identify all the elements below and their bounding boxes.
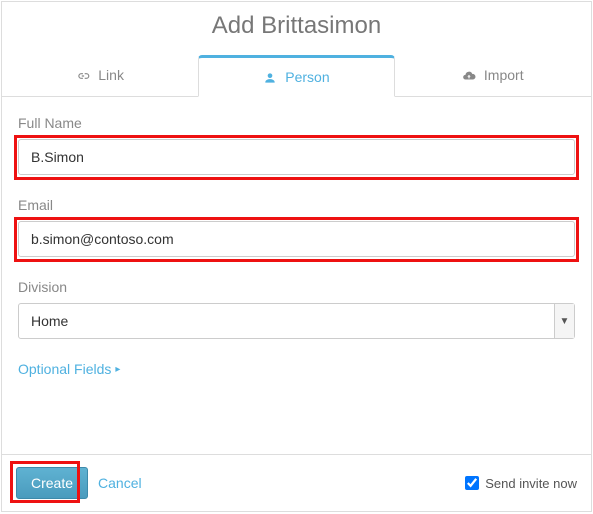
tab-person[interactable]: Person — [198, 55, 394, 97]
send-invite-group[interactable]: Send invite now — [465, 476, 577, 491]
field-full-name: Full Name — [18, 115, 575, 175]
create-button[interactable]: Create — [16, 467, 88, 499]
division-select[interactable]: Home — [18, 303, 575, 339]
full-name-input[interactable] — [18, 139, 575, 175]
tab-import[interactable]: Import — [395, 55, 591, 97]
cancel-link[interactable]: Cancel — [98, 475, 142, 491]
field-email: Email — [18, 197, 575, 257]
email-input[interactable] — [18, 221, 575, 257]
form-area: Full Name Email Division Home ▼ — [2, 97, 591, 454]
person-icon — [263, 71, 277, 85]
tab-link-label: Link — [98, 67, 124, 83]
tab-link[interactable]: Link — [2, 55, 198, 97]
full-name-label: Full Name — [18, 115, 575, 131]
tab-import-label: Import — [484, 67, 524, 83]
field-division: Division Home ▼ — [18, 279, 575, 339]
optional-fields-link[interactable]: Optional Fields ▸ — [18, 361, 120, 377]
optional-fields-label: Optional Fields — [18, 361, 111, 377]
dialog-title: Add Brittasimon — [2, 2, 591, 54]
caret-right-icon: ▸ — [115, 364, 120, 375]
division-label: Division — [18, 279, 575, 295]
send-invite-checkbox[interactable] — [465, 476, 479, 490]
tab-person-label: Person — [285, 69, 329, 85]
tabs: Link Person Import — [2, 54, 591, 97]
link-icon — [76, 69, 90, 83]
add-user-dialog: Add Brittasimon Link Person Import Full … — [1, 1, 592, 512]
dialog-footer: Create Cancel Send invite now — [2, 454, 591, 511]
cloud-upload-icon — [462, 69, 476, 83]
email-label: Email — [18, 197, 575, 213]
send-invite-label: Send invite now — [485, 476, 577, 491]
